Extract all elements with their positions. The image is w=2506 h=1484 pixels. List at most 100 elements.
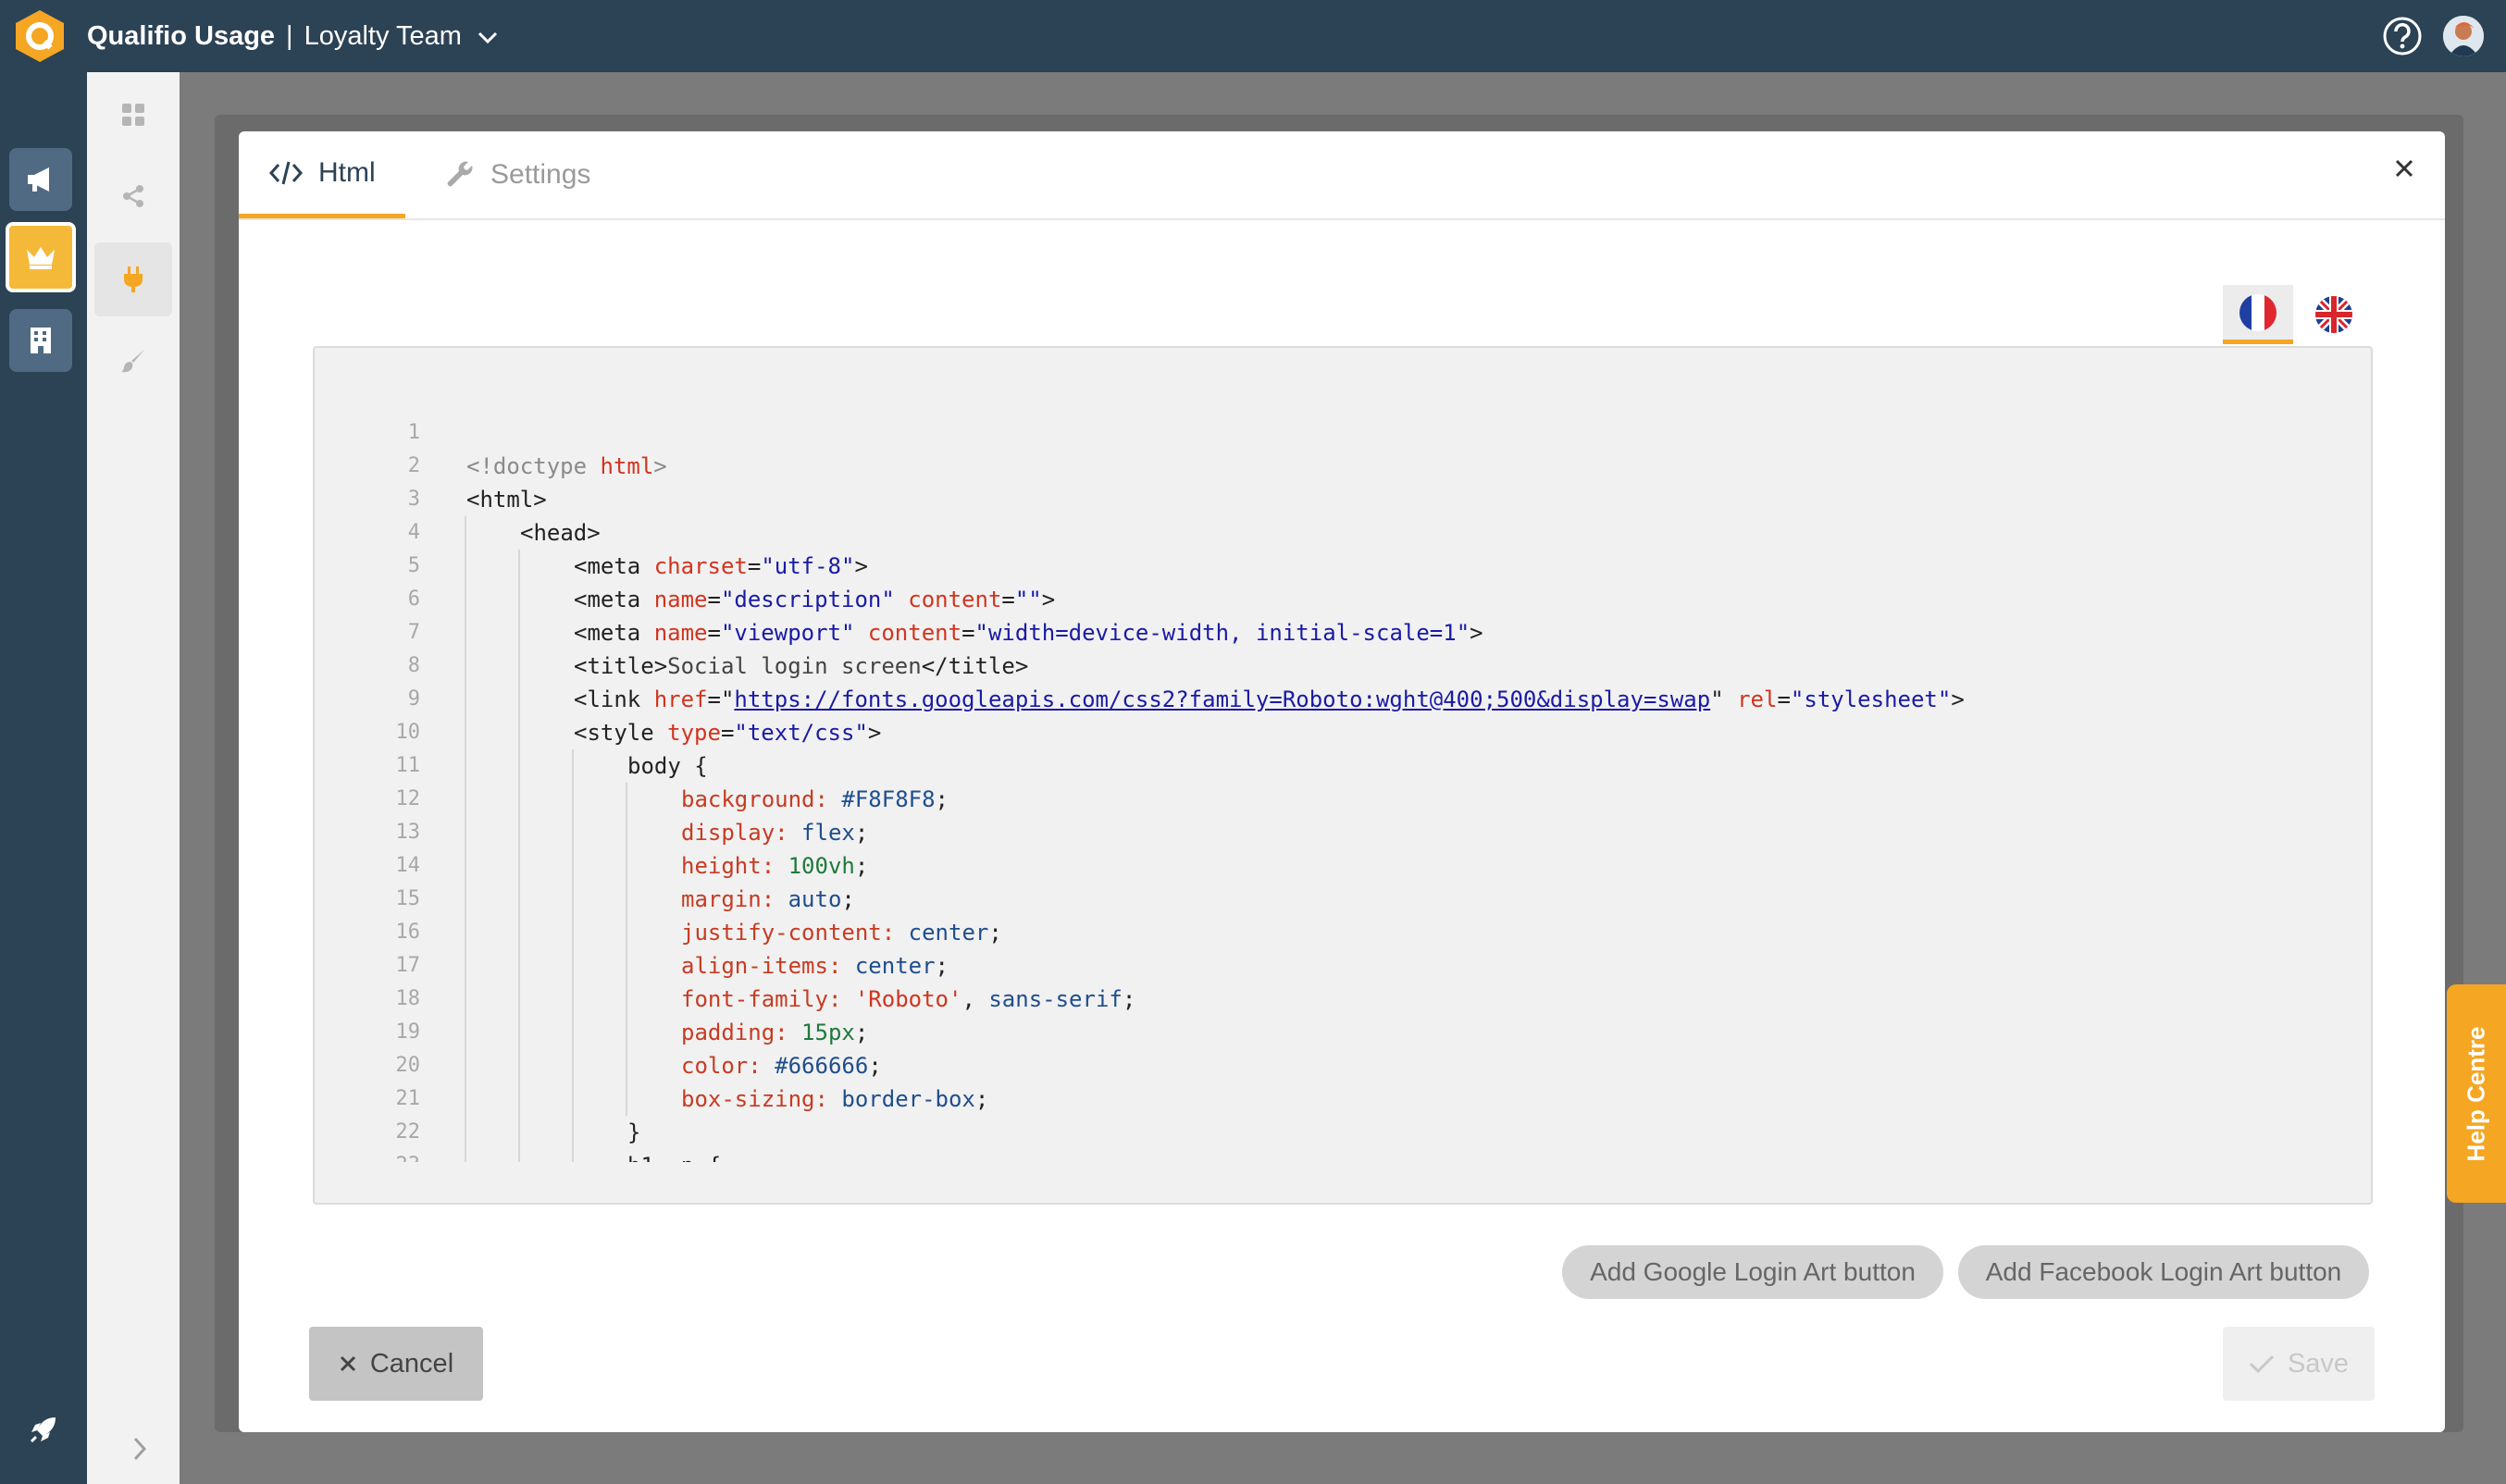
add-google-login-button[interactable]: Add Google Login Art button [1562,1245,1943,1299]
code-line[interactable]: 3 <html> [315,483,2371,516]
avatar[interactable] [2443,16,2484,56]
share-icon[interactable] [94,159,172,233]
title-separator: | [286,21,293,51]
indent-guide [518,583,520,616]
code-text: <head> [520,516,601,550]
indent-guide [465,1082,466,1116]
code-line[interactable]: 11 body { [315,749,2371,783]
indent-guide [518,916,520,949]
code-token: > [653,453,667,479]
code-line[interactable]: 15 margin: auto; [315,883,2371,916]
help-icon[interactable] [2382,16,2423,56]
code-token: =" [707,686,735,712]
code-line[interactable]: 17 align-items: center; [315,949,2371,983]
line-number: 21 [395,1087,421,1110]
code-line[interactable]: 14 height: 100vh; [315,849,2371,883]
code-token: color: [681,1053,775,1079]
plug-icon[interactable] [94,242,172,316]
tab-html-label: Html [318,156,376,188]
code-line[interactable]: 2 <!doctype html> [315,450,2371,483]
code-text: height: 100vh; [681,849,868,883]
code-line[interactable]: 9 <link href="https://fonts.googleapis.co… [315,683,2371,716]
indent-guide [518,783,520,816]
code-line[interactable]: 1 [315,416,2371,450]
indent-guide [626,849,627,883]
code-token: ; [935,786,949,812]
code-line[interactable]: 7 <meta name="viewport" content="width=de… [315,616,2371,649]
indent-guide [465,916,466,949]
help-centre-tab[interactable]: Help Centre [2447,984,2506,1203]
indent-guide [626,783,627,816]
crown-icon[interactable] [6,222,76,292]
indent-guide [518,550,520,583]
app-name: Qualifio Usage [87,21,276,51]
line-number: 4 [407,521,420,544]
code-token: > [854,553,868,579]
france-flag-icon[interactable] [2223,285,2293,344]
code-line[interactable]: 4 <head> [315,516,2371,550]
indent-guide [626,1049,627,1082]
code-line[interactable]: 20 color: #666666; [315,1049,2371,1082]
brush-icon[interactable] [94,324,172,398]
code-line[interactable]: 22} [315,1116,2371,1149]
code-line[interactable]: 18 font-family: 'Roboto', sans-serif; [315,983,2371,1016]
code-line[interactable]: 16 justify-content: center; [315,916,2371,949]
chevron-right-icon[interactable] [117,1432,163,1465]
rocket-icon[interactable] [22,1408,65,1451]
code-text: <meta name="description" content=""> [574,583,1055,616]
tab-html[interactable]: Html [239,131,405,218]
line-number: 1 [407,421,420,444]
sub-nav [87,72,180,1484]
code-token: "utf-8" [761,553,855,579]
code-line[interactable]: 23 h1, p { [315,1149,2371,1162]
code-token: background: [681,786,842,812]
code-line[interactable]: 19 padding: 15px; [315,1016,2371,1049]
line-number: 13 [395,821,421,844]
code-text: padding: 15px; [681,1016,868,1049]
code-line[interactable]: 21 box-sizing: border-box; [315,1082,2371,1116]
building-icon[interactable] [9,309,72,372]
code-lines[interactable]: 1 2 <!doctype html> 3 <html> 4 <head> 5 <meta ch… [315,416,2371,1162]
indent-guide [465,516,466,550]
indent-guide [518,1149,520,1162]
code-line[interactable]: 8 <title>Social login screen</title> [315,649,2371,683]
uk-flag-icon[interactable] [2299,285,2369,344]
code-token: </title> [921,653,1029,679]
code-token: , [961,986,989,1012]
code-token: html [600,453,654,479]
grid-icon[interactable] [94,78,172,152]
indent-guide [572,949,574,983]
indent-guide [465,1149,466,1162]
add-facebook-login-label: Add Facebook Login Art button [1985,1257,2342,1286]
line-number: 10 [395,721,421,744]
code-line[interactable]: 5 <meta charset="utf-8"> [315,550,2371,583]
code-token: h1, p { [627,1153,721,1162]
indent-guide [518,1116,520,1149]
code-line[interactable]: 6 <meta name="description" content=""> [315,583,2371,616]
code-line[interactable]: 12 background: #F8F8F8; [315,783,2371,816]
code-line[interactable]: 13 display: flex; [315,816,2371,849]
close-icon[interactable] [2388,152,2421,185]
line-number: 12 [395,787,421,810]
wrench-icon [446,160,476,190]
indent-guide [518,949,520,983]
workspace-switcher[interactable]: Qualifio Usage | Loyalty Team [87,0,499,72]
code-text: color: #666666; [681,1049,882,1082]
megaphone-icon[interactable] [9,148,72,211]
save-button[interactable]: Save [2223,1327,2375,1401]
code-text: <style type="text/css"> [574,716,881,749]
code-editor[interactable]: 1 2 <!doctype html> 3 <html> 4 <head> 5 <meta ch… [313,346,2373,1205]
code-token: " [1710,686,1738,712]
indent-guide [465,683,466,716]
add-facebook-login-button[interactable]: Add Facebook Login Art button [1958,1245,2369,1299]
code-token: <title> [574,653,668,679]
cancel-button[interactable]: Cancel [309,1327,483,1401]
indent-guide [465,749,466,783]
indent-guide [572,916,574,949]
code-token: <style [574,720,668,746]
qualifio-logo-icon[interactable] [13,8,67,64]
chevron-down-icon[interactable] [477,1,499,73]
line-number: 11 [395,754,421,777]
code-line[interactable]: 10 <style type="text/css"> [315,716,2371,749]
tab-settings[interactable]: Settings [435,131,602,218]
